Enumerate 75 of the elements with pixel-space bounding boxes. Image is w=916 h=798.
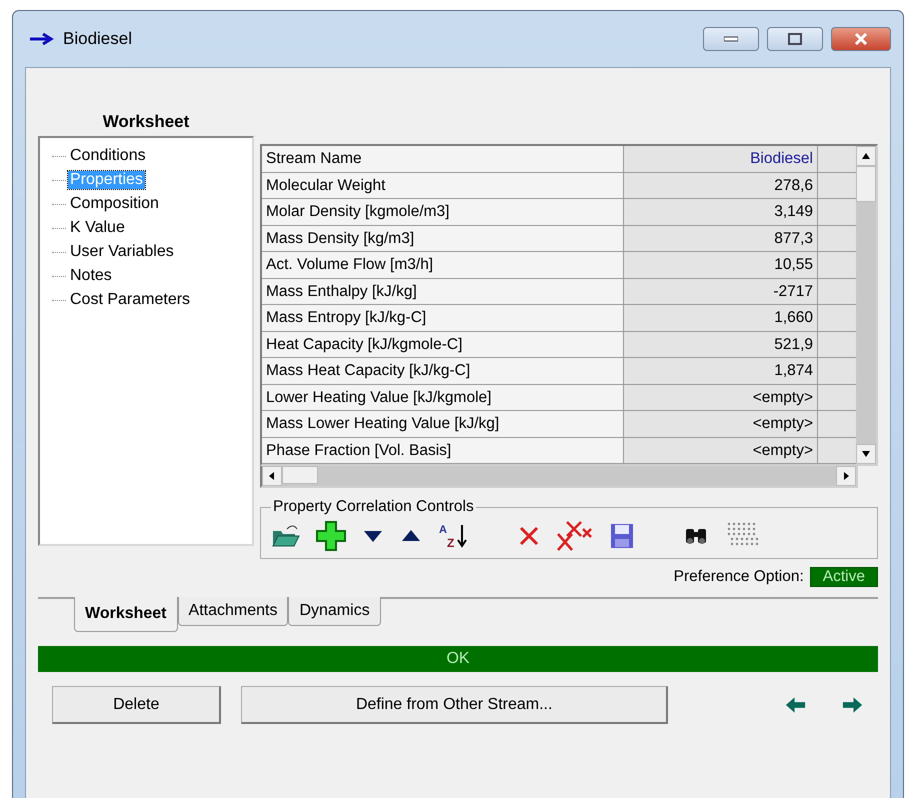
table-cell: 1,660 (624, 305, 818, 332)
table-cell: Mass Enthalpy [kJ/kg] (262, 278, 624, 305)
table-cell: 10,55 (624, 252, 818, 278)
table-cell: 521,9 (624, 332, 818, 358)
table-cell: Biodiesel (624, 146, 818, 172)
delete-button[interactable]: Delete (52, 686, 222, 724)
arrow-icon (29, 32, 55, 46)
scroll-up-arrow-icon[interactable] (861, 152, 871, 160)
minimize-button[interactable] (703, 27, 759, 51)
tree-item[interactable]: Notes (68, 267, 114, 285)
table-cell (818, 332, 856, 358)
tab[interactable]: Worksheet (74, 597, 178, 632)
right-arrow-icon[interactable] (840, 695, 864, 715)
table-cell: 3,149 (624, 199, 818, 226)
table-cell: 278,6 (624, 172, 818, 199)
table-cell: Act. Volume Flow [m3/h] (262, 252, 624, 278)
delete-icon[interactable] (517, 524, 541, 548)
scrollbar-thumb[interactable] (282, 466, 318, 484)
table-cell (818, 172, 856, 199)
table-cell (818, 199, 856, 226)
table-cell: <empty> (624, 438, 818, 464)
group-title: Property Correlation Controls (272, 498, 475, 516)
table-cell: <empty> (624, 411, 818, 438)
table-cell (818, 358, 856, 384)
tree-item[interactable]: User Variables (68, 243, 176, 261)
preference-label: Preference Option: (674, 568, 804, 586)
tree-item[interactable]: K Value (68, 219, 127, 237)
table-cell: <empty> (624, 384, 818, 411)
table-cell: 1,874 (624, 358, 818, 384)
table-cell: Molar Density [kgmole/m3] (262, 199, 624, 226)
close-button[interactable] (831, 27, 891, 51)
table-cell (818, 146, 856, 172)
table-cell: Mass Heat Capacity [kJ/kg-C] (262, 358, 624, 384)
table-cell (818, 278, 856, 305)
tree-item[interactable]: Conditions (68, 147, 148, 165)
table-cell: -2717 (624, 278, 818, 305)
window-title: Biodiesel (63, 29, 133, 49)
vertical-scrollbar[interactable] (856, 146, 876, 464)
table-cell (818, 384, 856, 411)
table-cell: Molecular Weight (262, 172, 624, 199)
horizontal-scrollbar[interactable] (260, 466, 858, 488)
table-cell (818, 438, 856, 464)
table-cell: Heat Capacity [kJ/kgmole-C] (262, 332, 624, 358)
close-icon (854, 33, 868, 45)
table-cell (818, 411, 856, 438)
tree-item[interactable]: Composition (68, 195, 161, 213)
maximize-button[interactable] (767, 27, 823, 51)
table-cell: Mass Entropy [kJ/kg-C] (262, 305, 624, 332)
table-cell (818, 226, 856, 252)
table-cell (818, 252, 856, 278)
minimize-icon (724, 36, 738, 42)
tree-item[interactable]: Cost Parameters (68, 291, 192, 309)
table-cell: Mass Lower Heating Value [kJ/kg] (262, 411, 624, 438)
scroll-left-arrow-icon[interactable] (267, 472, 277, 480)
preference-value: Active (810, 567, 878, 587)
scroll-down-arrow-icon[interactable] (861, 450, 871, 458)
open-folder-icon[interactable] (271, 523, 301, 549)
save-icon[interactable] (609, 522, 635, 550)
table-cell: Stream Name (262, 146, 624, 172)
define-button[interactable]: Define from Other Stream... (241, 686, 668, 724)
scrollbar-thumb[interactable] (856, 166, 876, 202)
delete-all-icon[interactable] (555, 520, 595, 552)
scroll-right-arrow-icon[interactable] (841, 472, 851, 480)
status-bar: OK (38, 646, 878, 672)
table-cell: Mass Density [kg/m3] (262, 226, 624, 252)
table-cell (818, 305, 856, 332)
sidebar-title: Worksheet (102, 112, 190, 133)
table-cell: Phase Fraction [Vol. Basis] (262, 438, 624, 464)
plus-icon[interactable] (315, 520, 347, 552)
table-cell: Lower Heating Value [kJ/kgmole] (262, 384, 624, 411)
tab[interactable]: Attachments (178, 597, 288, 626)
left-arrow-icon[interactable] (784, 695, 807, 715)
maximize-icon (788, 33, 802, 45)
table-cell: 877,3 (624, 226, 818, 252)
tab[interactable]: Dynamics (288, 597, 381, 626)
